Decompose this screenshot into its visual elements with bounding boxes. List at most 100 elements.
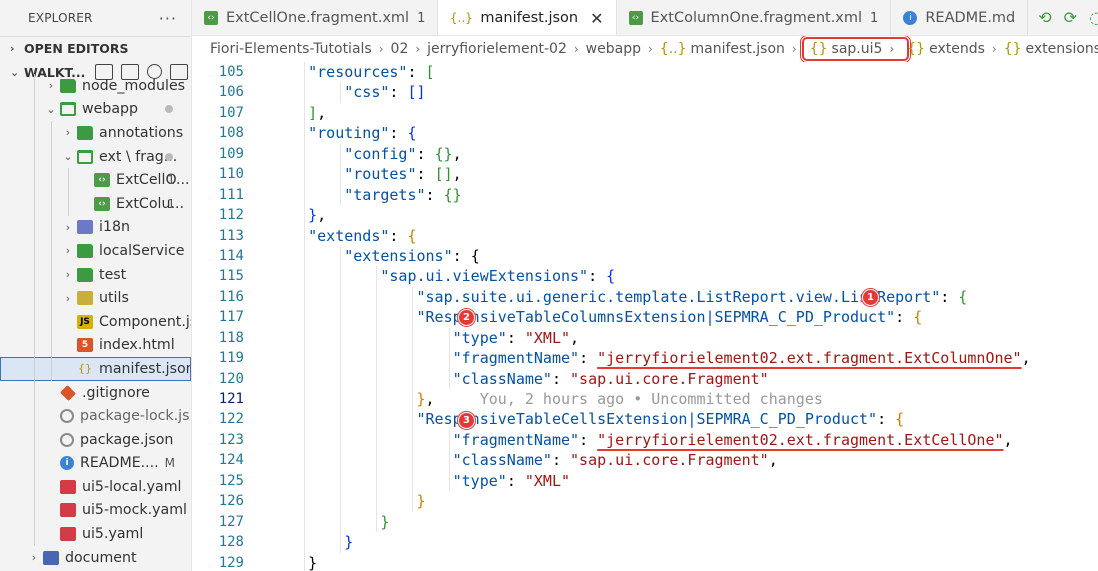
tree-item[interactable]: ui5-local.yaml: [0, 475, 191, 499]
xml-file-icon: ‹›: [204, 11, 218, 25]
code-line: "ResponsiveTableColumnsExtension|SEPMRA_…: [272, 307, 1098, 328]
line-number: 114: [218, 247, 244, 264]
tree-item[interactable]: › test: [0, 262, 191, 287]
indent-guide: [376, 327, 378, 349]
editor-tab[interactable]: i README.md: [891, 0, 1029, 35]
tree-item[interactable]: package-lock.js...: [0, 404, 191, 428]
tree-item[interactable]: ‹› ExtColu... 1: [0, 191, 191, 216]
tree-item[interactable]: › utils: [0, 286, 191, 310]
tree-item-label: utils: [99, 290, 129, 307]
code-token: :: [506, 328, 525, 347]
close-icon[interactable]: ✕: [590, 9, 603, 28]
indent-guide: [34, 121, 35, 145]
editor-tab[interactable]: {..} manifest.json ✕: [438, 0, 617, 35]
code-token: ,: [425, 390, 435, 408]
breadcrumb-item[interactable]: {} sap.ui5 ›: [799, 36, 912, 62]
code-line: "css": []: [272, 82, 1098, 103]
problem-badge: 1: [167, 173, 175, 188]
indent-guide: [376, 389, 378, 410]
breadcrumb-label: extends: [929, 41, 985, 57]
tree-item[interactable]: › node_modules: [0, 74, 191, 98]
line-number: 116: [218, 288, 244, 305]
tree-item[interactable]: › i18n: [0, 215, 191, 240]
breadcrumb-item[interactable]: {..} manifest.json: [660, 41, 785, 57]
tree-item[interactable]: JS Component.js: [0, 309, 191, 334]
indent-guide: [304, 102, 306, 124]
timeline-icon[interactable]: ⟲: [1038, 8, 1051, 27]
indent-guide: [412, 348, 414, 369]
code-token: :: [551, 451, 571, 470]
chevron-right-icon: ›: [647, 42, 653, 56]
tree-item[interactable]: package.json: [0, 427, 191, 452]
code-token: ,: [1003, 430, 1013, 449]
indent-guide: [376, 307, 378, 328]
breadcrumb-label: Fiori-Elements-Tutotials: [210, 41, 372, 57]
indent-guide: [34, 191, 35, 216]
indent-guide: [34, 404, 35, 428]
indent-guide: [376, 286, 378, 308]
tree-item[interactable]: ⌄ ext \ frag...: [0, 144, 191, 169]
indent-guide: [304, 225, 306, 246]
tree-item-label: README....: [80, 455, 159, 472]
tree-item[interactable]: › document: [0, 546, 191, 570]
problem-badge: 1: [167, 196, 175, 211]
breadcrumb-item[interactable]: webapp: [586, 41, 641, 57]
indent-guide: [51, 262, 52, 287]
more-actions-icon[interactable]: ···: [159, 9, 177, 28]
tree-item-label: manifest.json: [99, 360, 191, 377]
indent-guide: [304, 62, 306, 83]
modified-dot: [165, 105, 173, 114]
problem-count: 1: [870, 10, 879, 26]
indent-guide: [304, 205, 306, 226]
tree-item[interactable]: ⌄ webapp: [0, 97, 191, 122]
indent-guide: [34, 74, 35, 98]
indent-guide: [448, 348, 450, 369]
chevron-down-icon: ⌄: [63, 150, 73, 164]
line-number: 112: [218, 207, 244, 224]
tree-item[interactable]: 5 index.html: [0, 333, 191, 358]
code-content[interactable]: "resources": [ "css": [] ], "routing": {…: [272, 62, 1098, 571]
indent-guide: [376, 511, 378, 533]
breadcrumb-item[interactable]: {} extensions: [1004, 41, 1098, 57]
info-icon: i: [903, 11, 918, 25]
code-token: :: [940, 287, 959, 306]
breadcrumb-item[interactable]: 02: [391, 41, 409, 57]
go-back-icon[interactable]: ◌: [1089, 8, 1098, 27]
indent-guide: [448, 450, 450, 471]
editor-tab[interactable]: ‹› ExtColumnOne.fragment.xml 1: [617, 0, 892, 35]
code-token: "fragmentName": [452, 430, 580, 449]
tree-item[interactable]: i README.... M: [0, 451, 191, 476]
tree-item[interactable]: › annotations: [0, 121, 191, 145]
indent-guide: [304, 307, 306, 328]
git-compare-icon[interactable]: ⟳: [1064, 8, 1077, 27]
chevron-right-icon: ›: [415, 42, 421, 56]
code-token: []: [434, 165, 453, 184]
tree-item-label: ui5-mock.yaml: [82, 502, 187, 519]
indent-guide: [340, 164, 342, 185]
breadcrumb-item[interactable]: jerryfiorielement-02: [427, 41, 567, 57]
tree-item[interactable]: ‹› ExtCellO... 1: [0, 168, 191, 192]
code-line: "fragmentName": "jerryfiorielement02.ext…: [272, 429, 1098, 451]
numbered-marker: 1: [862, 288, 879, 306]
tree-item[interactable]: › localService: [0, 239, 191, 263]
code-line: "routing": {: [272, 123, 1098, 144]
breadcrumb-label: extensions: [1025, 41, 1098, 57]
tree-item[interactable]: {} manifest.json: [0, 357, 191, 381]
explorer-title: EXPLORER: [28, 11, 93, 25]
code-token: "extensions": [344, 246, 453, 265]
indent-guide: [68, 191, 69, 216]
code-line: "config": {},: [272, 143, 1098, 165]
breadcrumb-label: sap.ui5: [831, 41, 883, 57]
tree-item[interactable]: ui5-mock.yaml: [0, 498, 191, 523]
code-editor[interactable]: 105 106 107 108 109 110 111 112 113 114 115 116 117 1…: [192, 62, 1098, 571]
breadcrumb-item[interactable]: Fiori-Elements-Tutotials: [210, 41, 372, 57]
git-icon: [60, 384, 76, 401]
editor-tab[interactable]: ‹› ExtCellOne.fragment.xml 1: [192, 0, 439, 35]
json-file-icon: {..}: [449, 11, 473, 25]
chevron-right-icon: ›: [573, 42, 579, 56]
breadcrumb-item[interactable]: {} extends: [907, 41, 985, 57]
code-token: :: [389, 83, 408, 102]
tree-item[interactable]: .gitignore: [0, 380, 191, 405]
open-editors-section[interactable]: › OPEN EDITORS: [0, 36, 191, 60]
tree-item[interactable]: ui5.yaml: [0, 522, 191, 546]
